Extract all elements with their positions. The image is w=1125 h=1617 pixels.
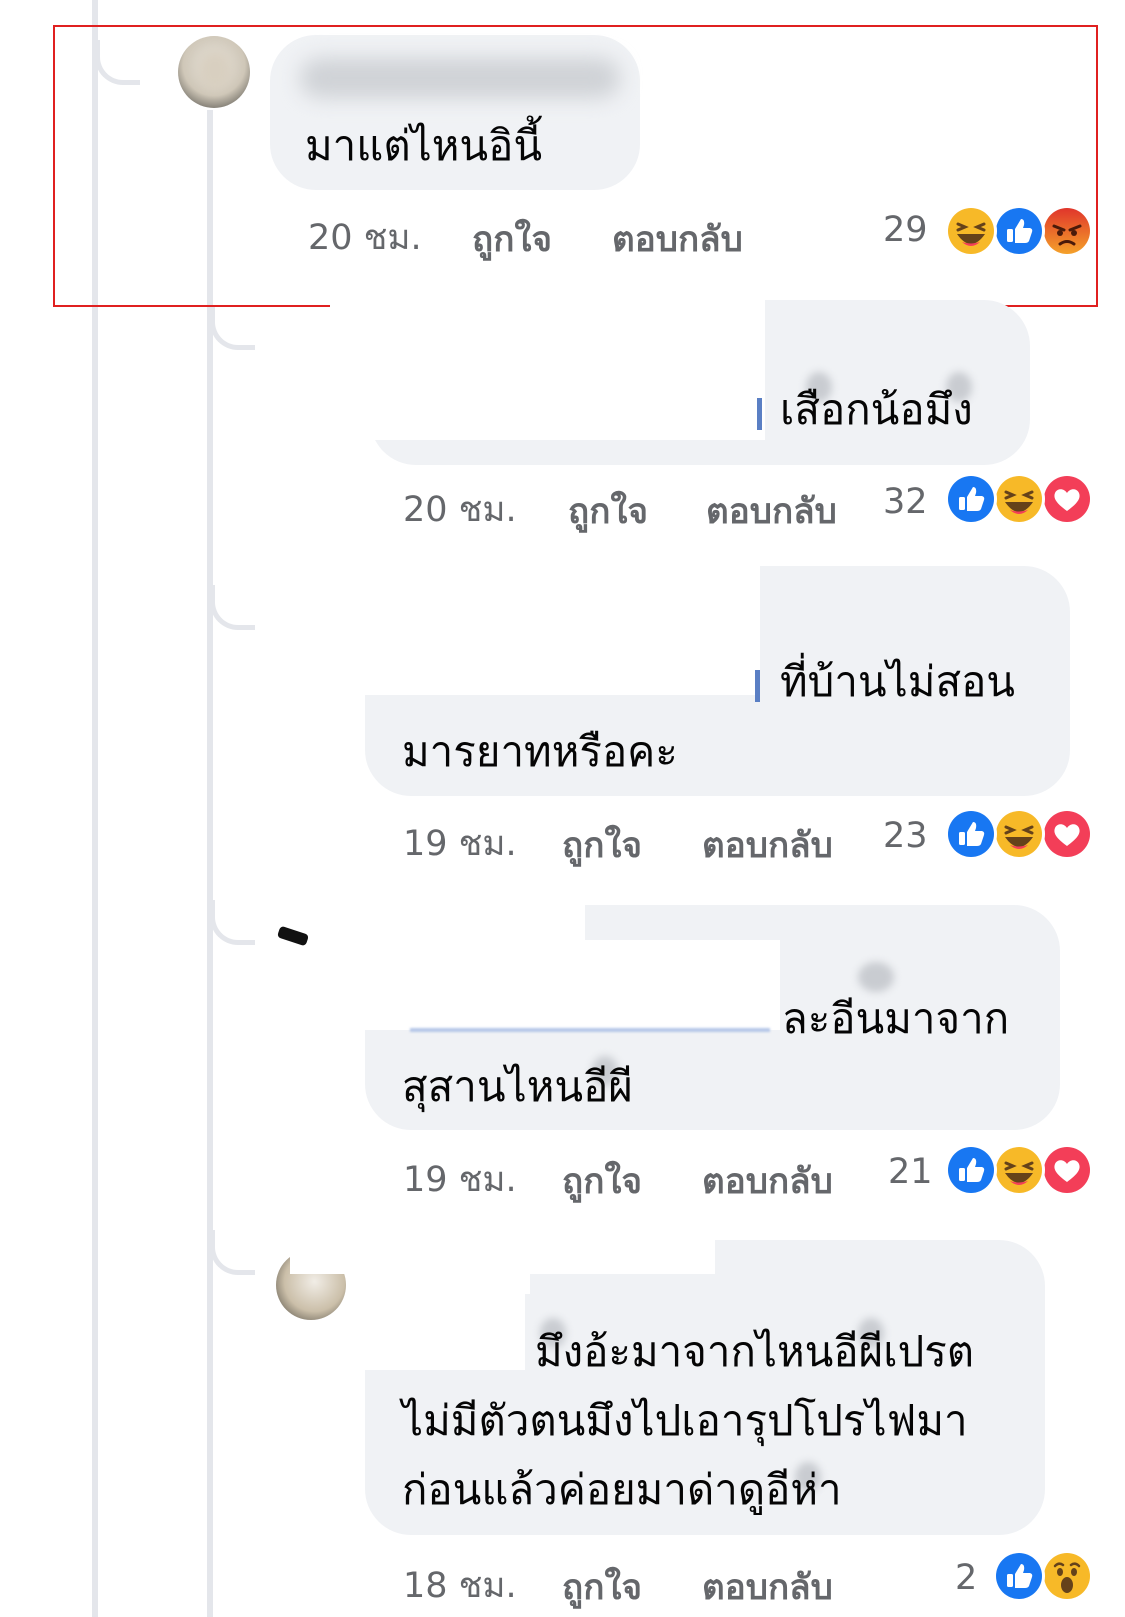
thread-connector [210,1230,255,1275]
redacted-region [320,895,585,940]
haha-reaction-icon [993,1144,1045,1196]
like-reaction-icon [945,808,997,860]
reaction-count[interactable]: 32 [883,482,928,522]
redacted-region [320,940,780,1030]
reply-button[interactable]: ตอบกลับ [706,484,837,539]
haha-reaction-icon [993,473,1045,525]
wow-reaction-icon [1041,1550,1093,1602]
redacted-region [290,1232,715,1274]
comment-text: มึงอ้ะมาจากไหนอีผีเปรต [535,1327,975,1376]
like-reaction-icon [993,1550,1045,1602]
thread-connector [210,585,255,630]
comment-text: ที่บ้านไม่สอน [780,657,1016,706]
haha-reaction-icon [945,205,997,257]
highlight-box [53,25,1098,307]
like-button[interactable]: ถูกใจ [562,818,642,873]
love-reaction-icon [1041,808,1093,860]
comment-timestamp[interactable]: 19 ชม. [403,816,517,871]
thread-line-inner [207,110,213,1617]
thread-connector [210,900,255,945]
reply-button[interactable]: ตอบกลับ [702,1560,833,1615]
angry-reaction-icon [1041,205,1093,257]
redacted-region [330,560,760,695]
comment-timestamp[interactable]: 18 ชม. [403,1558,517,1613]
comment-timestamp[interactable]: 19 ชม. [403,1152,517,1207]
comment-timestamp[interactable]: 20 ชม. [403,482,517,537]
love-reaction-icon [1041,1144,1093,1196]
comment-text: เสือกน้อมึง [780,385,973,434]
mention-underline [410,1028,770,1032]
comment-text: ก่อนแล้วค่อยมาด่าดูอีห่า [402,1465,842,1514]
comment-text: ไม่มีตัวตนมึงไปเอารุปโปรไฟมา [402,1396,968,1445]
love-reaction-icon [1041,473,1093,525]
like-button[interactable]: ถูกใจ [568,484,648,539]
comment-text: มารยาทหรือคะ [402,727,678,776]
mention-tail [755,670,760,702]
like-button[interactable]: ถูกใจ [562,1154,642,1209]
like-button[interactable]: ถูกใจ [562,1560,642,1615]
reaction-count[interactable]: 23 [883,816,928,856]
reply-button[interactable]: ตอบกลับ [702,818,833,873]
comment-text: สุสานไหนอีผี [402,1062,633,1111]
reaction-count[interactable]: 2 [955,1558,977,1598]
like-reaction-icon [993,205,1045,257]
reaction-count[interactable]: 21 [888,1152,933,1192]
like-reaction-icon [945,473,997,525]
thread-connector [210,305,255,350]
redacted-region [365,1274,525,1370]
mention-tail [757,398,762,430]
avatar-fragment [276,925,310,947]
reply-button[interactable]: ตอบกลับ [702,1154,833,1209]
like-reaction-icon [945,1144,997,1196]
redacted-region [330,300,765,440]
comment-text: ละอีนมาจาก [782,994,1010,1043]
haha-reaction-icon [993,808,1045,860]
